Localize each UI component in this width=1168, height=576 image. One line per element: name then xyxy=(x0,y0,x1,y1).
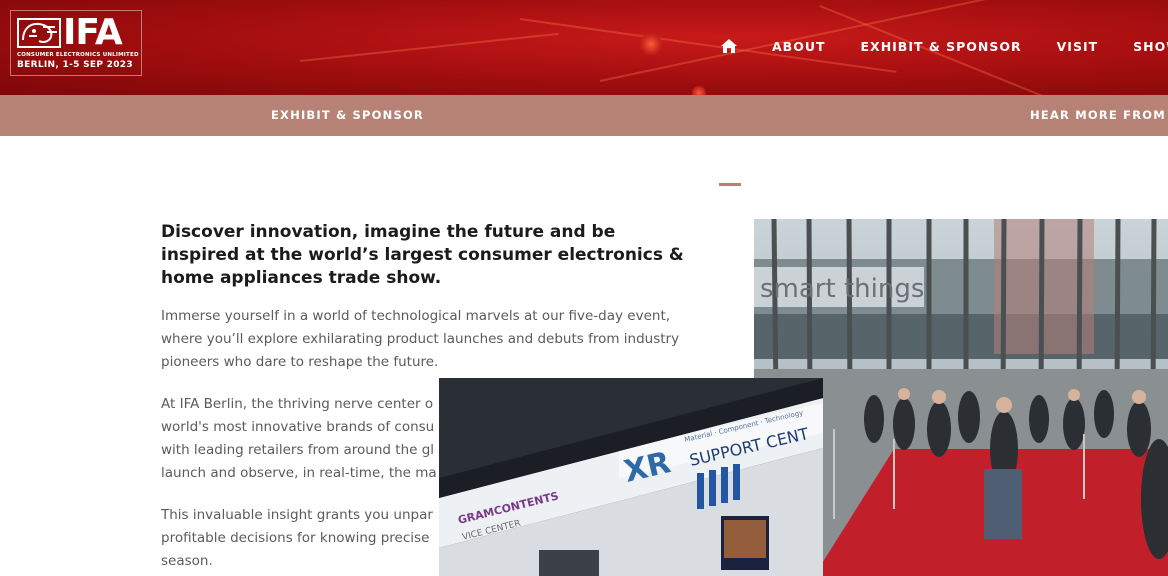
section-subnav: EXHIBIT & SPONSOR HEAR MORE FROM xyxy=(0,95,1168,136)
logo-wordmark: IFA xyxy=(63,12,123,53)
nav-visit[interactable]: VISIT xyxy=(1057,39,1099,54)
subnav-exhibit-sponsor[interactable]: EXHIBIT & SPONSOR xyxy=(271,108,424,122)
nav-about[interactable]: ABOUT xyxy=(772,39,826,54)
booth-illustration: XR SUPPORT CENT Material · Component · T… xyxy=(439,378,823,576)
logo-tagline: CONSUMER ELECTRONICS UNLIMITED xyxy=(17,52,139,58)
header-orb xyxy=(640,33,662,55)
header-bar: IFA CONSUMER ELECTRONICS UNLIMITED BERLI… xyxy=(0,0,1168,95)
home-icon[interactable] xyxy=(720,38,738,54)
page-heading: Discover innovation, imagine the future … xyxy=(161,222,684,288)
header-orb xyxy=(692,86,706,95)
subnav-hear-more[interactable]: HEAR MORE FROM xyxy=(1030,108,1166,122)
body-paragraph-2: At IFA Berlin, the thriving nerve center… xyxy=(161,396,437,481)
ifa-face-icon xyxy=(17,18,61,48)
section-divider xyxy=(719,183,741,186)
hall-sign-text: smart things xyxy=(760,274,924,304)
body-paragraph-3: This invaluable insight grants you unpar… xyxy=(161,507,433,569)
header-decor xyxy=(299,32,559,62)
intro-paragraph: Immerse yourself in a world of technolog… xyxy=(161,308,680,370)
ifa-logo[interactable]: IFA CONSUMER ELECTRONICS UNLIMITED BERLI… xyxy=(10,10,142,76)
nav-show[interactable]: SHOW xyxy=(1133,39,1168,54)
logo-date: BERLIN, 1-5 SEP 2023 xyxy=(17,60,133,70)
main-nav: ABOUT EXHIBIT & SPONSOR VISIT SHOW xyxy=(720,38,1168,54)
booth-render-photo: XR SUPPORT CENT Material · Component · T… xyxy=(439,378,823,576)
nav-exhibit-sponsor[interactable]: EXHIBIT & SPONSOR xyxy=(861,39,1022,54)
